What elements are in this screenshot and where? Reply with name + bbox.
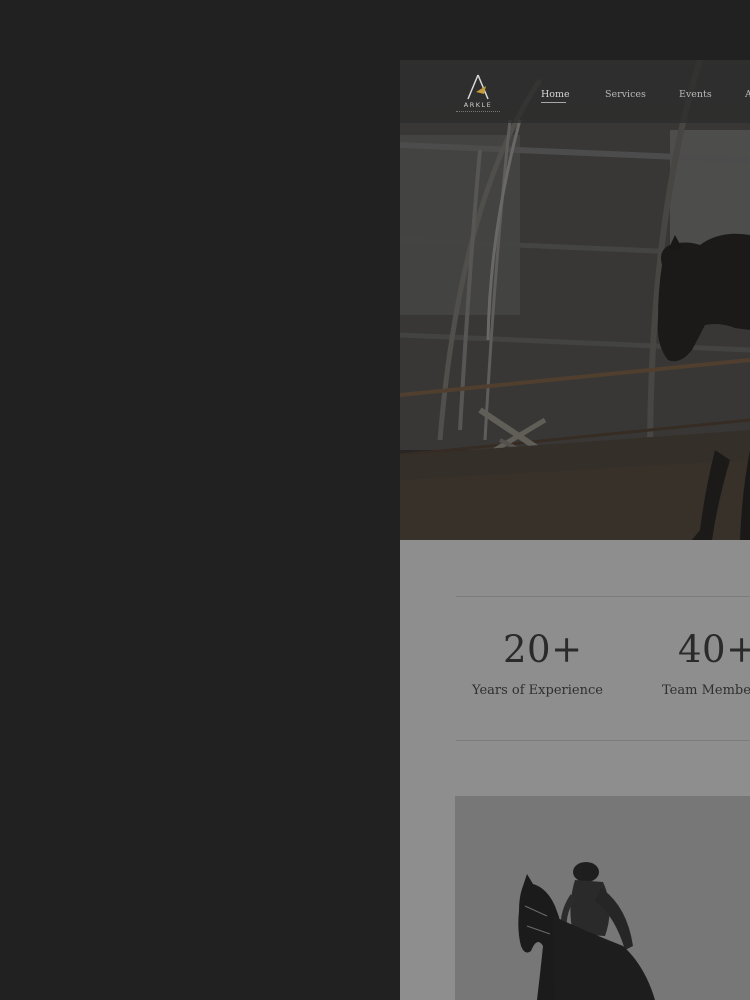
arkle-logo-icon bbox=[467, 74, 489, 100]
brand-tagline-line bbox=[456, 111, 500, 114]
stat-years-label: Years of Experience bbox=[472, 683, 603, 698]
stat-team-label: Team Member bbox=[662, 683, 750, 698]
stats-top-divider bbox=[456, 596, 750, 597]
feature-image bbox=[455, 796, 750, 1000]
stats-section: 20+ Years of Experience 40+ Team Member bbox=[400, 540, 750, 796]
show-jumping-photo bbox=[455, 796, 750, 1000]
navbar: ARKLE Home Services Events A bbox=[400, 60, 750, 123]
nav-item-services[interactable]: Services bbox=[605, 89, 646, 100]
brand-logo[interactable]: ARKLE bbox=[456, 74, 500, 116]
hero-section: ARKLE Home Services Events A bbox=[400, 60, 750, 540]
hero-image bbox=[400, 60, 750, 540]
nav-active-indicator bbox=[541, 102, 566, 103]
stat-team-number: 40+ bbox=[678, 628, 750, 671]
nav-item-about[interactable]: A bbox=[745, 89, 750, 100]
nav-item-events[interactable]: Events bbox=[679, 89, 712, 100]
stat-years-number: 20+ bbox=[503, 628, 583, 671]
brand-name: ARKLE bbox=[463, 101, 493, 109]
nav-item-home[interactable]: Home bbox=[541, 89, 570, 100]
website-preview: ARKLE Home Services Events A 20+ Years o… bbox=[400, 60, 750, 1000]
stats-bottom-divider bbox=[456, 740, 750, 741]
